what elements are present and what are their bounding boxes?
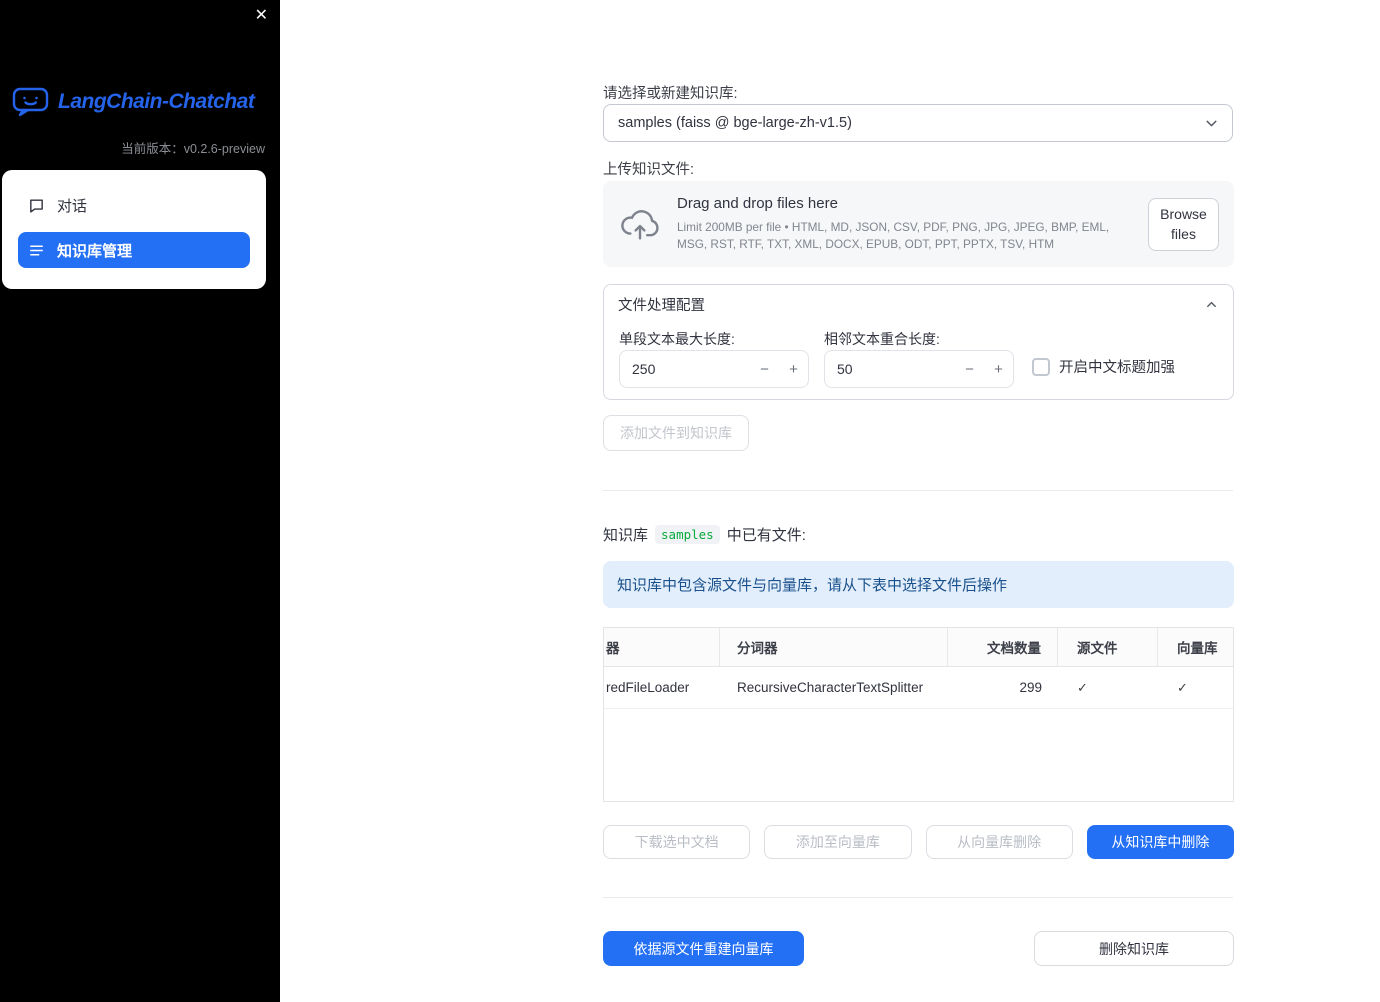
version-label: 当前版本：v0.2.6-preview [121, 142, 265, 156]
dropzone-limit: Limit 200MB per file • HTML, MD, JSON, C… [677, 220, 1110, 251]
download-selected-button[interactable]: 下载选中文档 [603, 825, 751, 859]
kb-name-code: samples [655, 525, 720, 544]
chevron-up-icon [1204, 297, 1219, 312]
zh-title-enhance-label: 开启中文标题加强 [1059, 360, 1175, 376]
dropzone-title: Drag and drop files here [677, 195, 838, 213]
zh-title-enhance-checkbox-row: 开启中文标题加强 [1032, 356, 1175, 377]
app-logo-text: LangChain-Chatchat [58, 89, 255, 113]
chunk-size-value: 250 [632, 361, 656, 377]
kb-select-label: 请选择或新建知识库: [603, 86, 738, 102]
chunk-size-increment-button[interactable]: + [779, 351, 808, 387]
browse-files-button[interactable]: Browse files [1148, 197, 1219, 251]
expander-title: 文件处理配置 [618, 297, 705, 314]
close-icon[interactable]: ✕ [255, 8, 268, 24]
delete-from-vector-store-button[interactable]: 从向量库删除 [925, 825, 1073, 859]
sidebar-item-knowledge-base[interactable]: 知识库管理 [18, 232, 250, 268]
rebuild-vector-store-button[interactable]: 依据源文件重建向量库 [603, 931, 804, 966]
expander-header[interactable]: 文件处理配置 [604, 285, 1233, 323]
cell-splitter: RecursiveCharacterTextSplitter [737, 680, 924, 695]
file-actions: 下载选中文档 添加至向量库 从向量库删除 从知识库中删除 [603, 825, 1234, 859]
table-header-splitter: 分词器 [720, 628, 948, 666]
kb-select-value: samples (faiss @ bge-large-zh-v1.5) [618, 115, 852, 131]
cloud-upload-icon [619, 208, 661, 240]
cell-loader: redFileLoader [606, 680, 690, 695]
list-icon [28, 242, 45, 259]
table-row[interactable]: redFileLoader RecursiveCharacterTextSpli… [604, 667, 1233, 709]
delete-kb-button[interactable]: 删除知识库 [1034, 931, 1234, 966]
cell-vector-store-check: ✓ [1177, 679, 1188, 695]
table-header-source-file: 源文件 [1058, 628, 1158, 666]
cell-doc-count: 299 [1019, 680, 1042, 695]
add-files-to-kb-button[interactable]: 添加文件到知识库 [603, 415, 749, 451]
divider [603, 490, 1233, 491]
kb-select[interactable]: samples (faiss @ bge-large-zh-v1.5) [603, 104, 1233, 142]
info-banner: 知识库中包含源文件与向量库，请从下表中选择文件后操作 [603, 561, 1234, 608]
divider [603, 897, 1233, 898]
file-config-expander: 文件处理配置 单段文本最大长度: 相邻文本重合长度: 250 − + 50 − … [603, 284, 1234, 400]
sidebar-item-dialogue[interactable]: 对话 [18, 187, 250, 223]
chunk-overlap-decrement-button[interactable]: − [955, 351, 984, 387]
chunk-size-decrement-button[interactable]: − [750, 351, 779, 387]
table-header-doc-count: 文档数量 [948, 628, 1058, 666]
existing-files-prefix: 知识库 [603, 527, 649, 544]
sidebar-item-label: 知识库管理 [57, 242, 133, 260]
sidebar: ✕ LangChain-Chatchat 当前版本：v0.2.6-preview… [0, 0, 280, 1002]
chunk-overlap-value: 50 [837, 361, 853, 377]
chunk-size-input[interactable]: 250 − + [619, 350, 809, 388]
zh-title-enhance-checkbox[interactable] [1032, 357, 1050, 376]
chunk-overlap-label: 相邻文本重合长度: [824, 331, 940, 347]
table-header-loader: 器 [604, 628, 720, 666]
chevron-down-icon [1203, 115, 1220, 132]
chunk-overlap-input[interactable]: 50 − + [824, 350, 1014, 388]
sidebar-menu: 对话 知识库管理 [2, 170, 266, 289]
add-to-vector-store-button[interactable]: 添加至向量库 [764, 825, 912, 859]
langchain-chatchat-logo-icon [12, 86, 49, 117]
chunk-overlap-increment-button[interactable]: + [984, 351, 1013, 387]
files-table: 器 分词器 文档数量 源文件 向量库 redFileLoader Recursi… [603, 627, 1234, 802]
file-dropzone[interactable]: Drag and drop files here Limit 200MB per… [603, 181, 1234, 267]
dropzone-text: Drag and drop files here Limit 200MB per… [677, 195, 1132, 252]
delete-from-kb-button[interactable]: 从知识库中删除 [1086, 825, 1234, 859]
main-content: 请选择或新建知识库: samples (faiss @ bge-large-zh… [603, 0, 1234, 1002]
existing-files-suffix: 中已有文件: [726, 527, 806, 544]
cell-source-file-check: ✓ [1077, 679, 1088, 695]
app-logo: LangChain-Chatchat [12, 86, 255, 117]
table-header-row: 器 分词器 文档数量 源文件 向量库 [604, 628, 1233, 667]
chat-icon [28, 197, 45, 214]
chunk-size-label: 单段文本最大长度: [619, 331, 735, 347]
table-header-vector-store: 向量库 [1177, 641, 1218, 656]
existing-files-line: 知识库 samples 中已有文件: [603, 524, 806, 545]
sidebar-item-label: 对话 [57, 197, 88, 215]
upload-label: 上传知识文件: [603, 162, 695, 178]
